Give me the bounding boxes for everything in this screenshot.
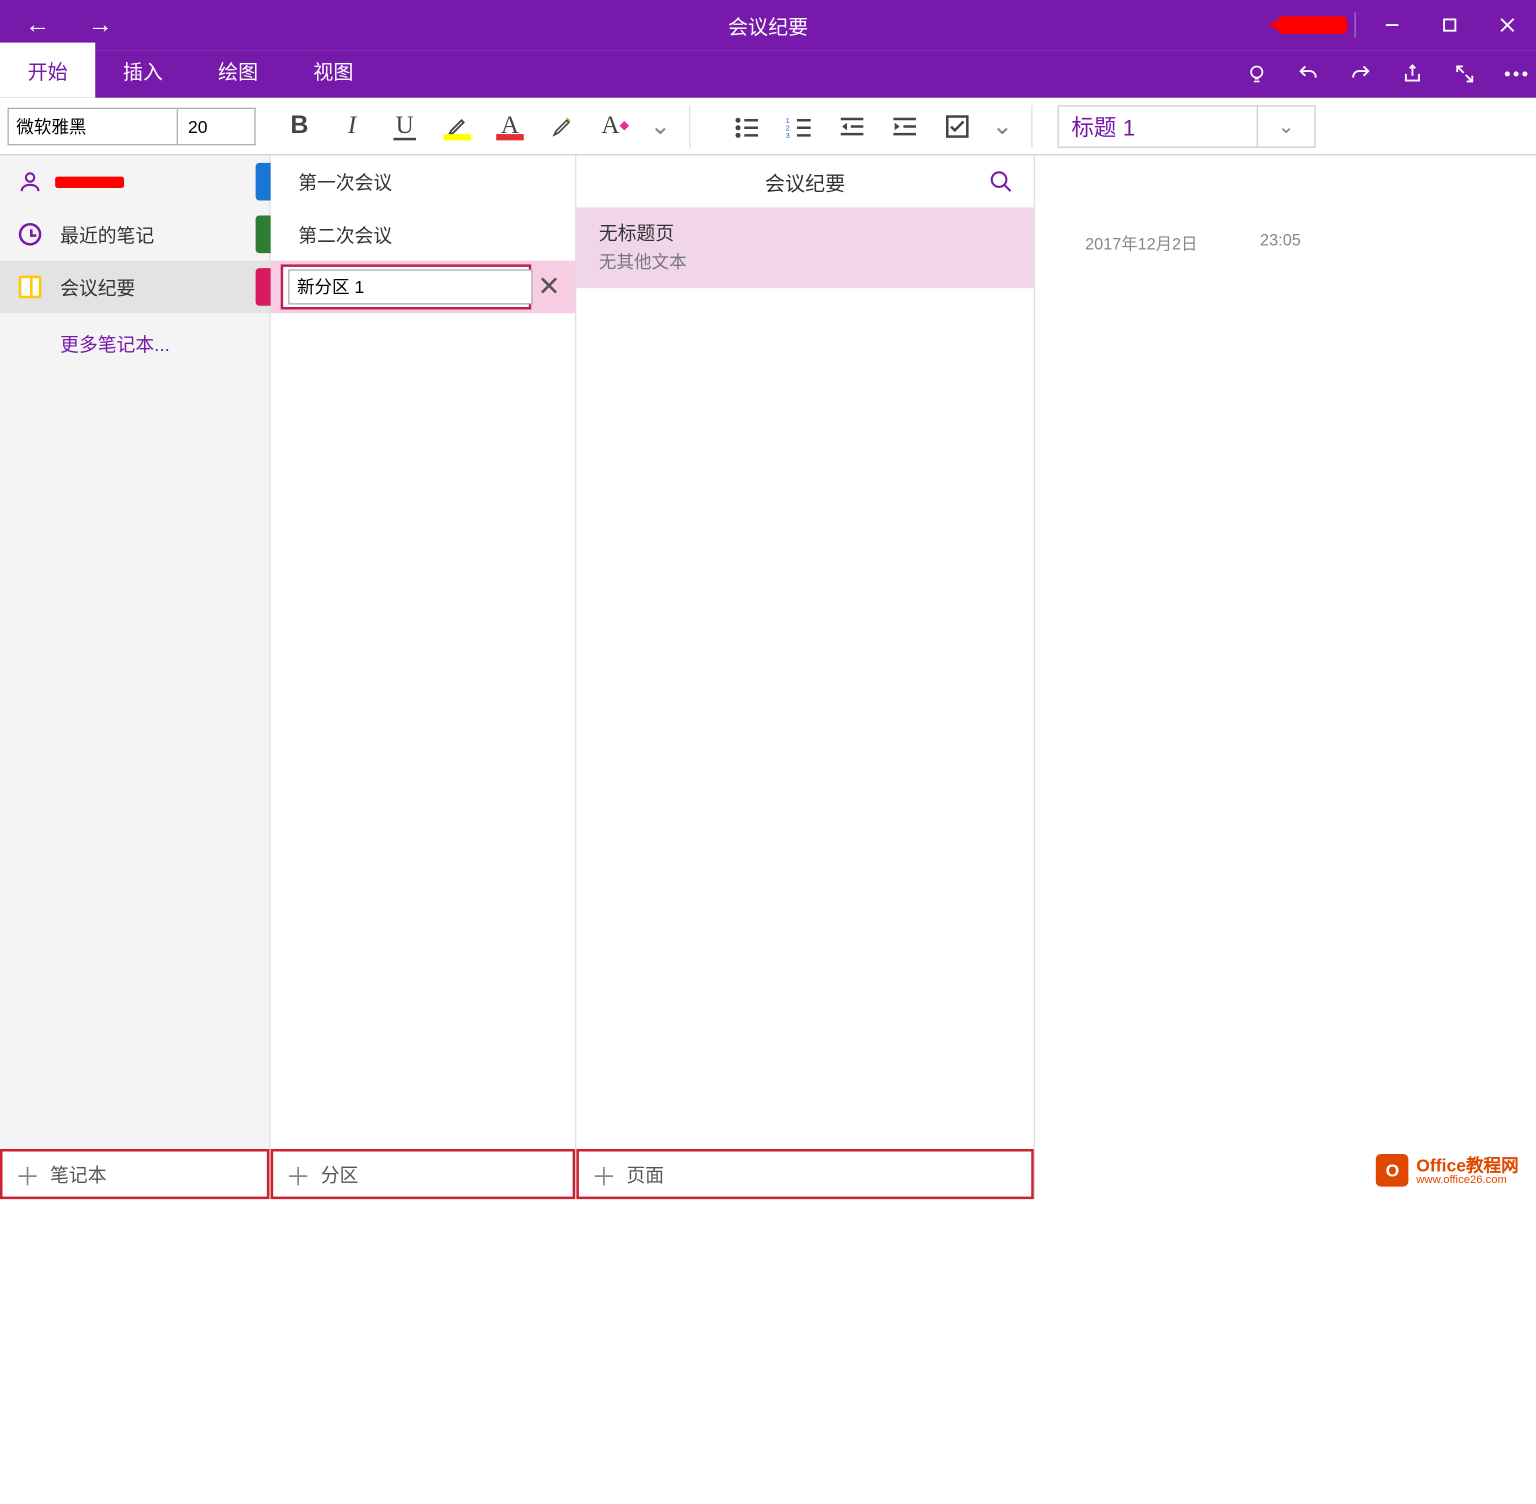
paragraph-more-button[interactable]: ⌄ [986, 103, 1019, 148]
back-button[interactable]: ← [25, 11, 50, 40]
bold-button[interactable]: B [276, 103, 324, 148]
highlight-button[interactable] [434, 103, 482, 148]
styles-selector[interactable]: 标题 1 [1058, 105, 1258, 148]
notebook-item-label: 会议纪要 [60, 274, 135, 300]
watermark: O Office教程网 www.office26.com [1376, 1154, 1518, 1187]
search-icon[interactable] [989, 169, 1014, 194]
section-color-tab [256, 163, 271, 201]
recent-notes-item[interactable]: 最近的笔记 [0, 208, 269, 261]
styles-dropdown-button[interactable]: ⌄ [1258, 105, 1316, 148]
notebook-icon [18, 276, 43, 299]
font-more-button[interactable]: ⌄ [644, 103, 677, 148]
clock-icon [18, 223, 43, 246]
page-date-label: 2017年12月2日 [1085, 231, 1197, 255]
underline-button[interactable]: U [381, 103, 429, 148]
more-notebooks-link[interactable]: 更多笔记本... [0, 313, 269, 357]
add-page-button[interactable]: ＋ 页面 [576, 1149, 1033, 1199]
svg-text:3: 3 [786, 130, 790, 137]
section-item[interactable]: 第二次会议 [271, 208, 575, 261]
todo-tag-button[interactable] [933, 103, 981, 148]
pages-header: 会议纪要 [576, 155, 1033, 208]
tab-draw[interactable]: 绘图 [190, 43, 285, 98]
page-editor[interactable]: 2017年12月2日 23:05 O Office教程网 www.office2… [1035, 155, 1536, 1199]
share-button[interactable] [1401, 63, 1426, 86]
page-item[interactable]: 无标题页 无其他文本 [576, 208, 1033, 288]
close-icon[interactable]: ✕ [538, 269, 561, 304]
indent-button[interactable] [881, 103, 929, 148]
plus-icon: ＋ [591, 1157, 616, 1193]
page-datetime: 2017年12月2日 23:05 [1085, 231, 1536, 255]
recent-notes-label: 最近的笔记 [60, 221, 154, 247]
fullscreen-button[interactable] [1453, 63, 1476, 86]
account-name-redacted [1278, 16, 1347, 34]
menu-bar: 开始 插入 绘图 视图 [0, 50, 1536, 98]
sections-panel: 第一次会议 第二次会议 ✕ ＋ 分区 [271, 155, 577, 1199]
plus-icon: ＋ [15, 1157, 40, 1193]
page-preview: 无其他文本 [599, 249, 1011, 275]
undo-button[interactable] [1296, 63, 1321, 86]
outdent-button[interactable] [828, 103, 876, 148]
page-time-label: 23:05 [1260, 231, 1301, 255]
minimize-button[interactable] [1363, 0, 1421, 50]
section-color-tab [256, 216, 271, 254]
italic-button[interactable]: I [328, 103, 376, 148]
redo-button[interactable] [1348, 63, 1373, 86]
font-style-button[interactable]: A◆ [591, 103, 639, 148]
add-notebook-button[interactable]: ＋ 笔记本 [0, 1149, 269, 1199]
tab-view[interactable]: 视图 [286, 43, 381, 98]
bullets-button[interactable] [723, 103, 771, 148]
section-color-tab [256, 268, 271, 306]
user-account[interactable] [0, 155, 269, 208]
maximize-button[interactable] [1421, 0, 1479, 50]
section-rename-box: ✕ [281, 264, 532, 309]
notebook-panel: 最近的笔记 会议纪要 更多笔记本... ＋ 笔记本 [0, 155, 271, 1199]
section-item[interactable]: 第一次会议 [271, 155, 575, 208]
window-title: 会议纪要 [728, 10, 808, 40]
section-item-editing[interactable]: ✕ [271, 261, 575, 314]
forward-button[interactable]: → [88, 11, 113, 40]
tab-insert[interactable]: 插入 [95, 43, 190, 98]
clear-formatting-button[interactable] [539, 103, 587, 148]
numbering-button[interactable]: 123 [776, 103, 824, 148]
more-button[interactable] [1504, 70, 1529, 78]
close-button[interactable] [1479, 0, 1536, 50]
add-section-button[interactable]: ＋ 分区 [271, 1149, 575, 1199]
font-size-input[interactable] [178, 107, 256, 145]
notebook-item[interactable]: 会议纪要 [0, 261, 269, 314]
font-name-input[interactable] [8, 107, 178, 145]
lightbulb-icon[interactable] [1245, 63, 1268, 86]
watermark-icon: O [1376, 1154, 1409, 1187]
user-name-redacted [55, 176, 124, 187]
page-title: 无标题页 [599, 221, 1011, 249]
section-rename-input[interactable] [288, 269, 532, 304]
user-icon [18, 169, 43, 194]
pages-panel: 会议纪要 无标题页 无其他文本 ＋ 页面 [576, 155, 1035, 1199]
font-color-button[interactable]: A [486, 103, 534, 148]
tab-home[interactable]: 开始 [0, 43, 95, 98]
ribbon-toolbar: B I U A A◆ ⌄ 123 [0, 98, 1536, 156]
plus-icon: ＋ [286, 1157, 311, 1193]
